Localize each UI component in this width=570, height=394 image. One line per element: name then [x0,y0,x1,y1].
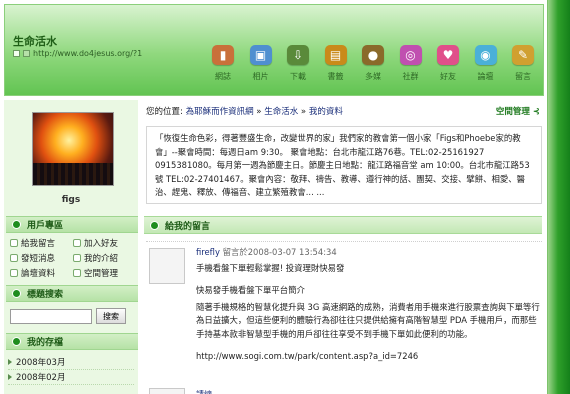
menu-add-friend[interactable]: 加入好友 [73,237,136,249]
commenter-avatar[interactable] [149,248,185,284]
page-frame: 生命活水 http://www.do4jesus.org/?1 ▮ 網誌 ▣ 相片 ⇩ 下… [0,0,548,394]
nav-label: 好友 [440,72,456,81]
chat-bubble-icon: ◉ [474,45,497,65]
menu-leave-message[interactable]: 給我留言 [10,237,73,249]
nav-label: 多媒 [365,72,381,81]
search-header: 標題搜索 [6,285,138,302]
nav-item[interactable]: ⇩ 下載 [284,45,312,89]
message-text: 快易發手機看盤下單平台簡介 [196,285,305,296]
archive-list: 2008年03月 2008年02月 [8,355,134,385]
profile-icon [73,254,81,262]
menu-my-intro[interactable]: 我的介紹 [73,252,136,264]
settings-icon [73,269,81,277]
avatar-crowd [33,163,113,185]
menu-forum-data[interactable]: 論壇資料 [10,267,73,279]
site-title[interactable]: 生命活水 [13,33,57,49]
message-author[interactable]: firefly [196,247,220,257]
nav-item[interactable]: ✎ 留言 [509,45,537,89]
search-input[interactable] [10,308,92,324]
bullet-icon [12,337,21,346]
search-title: 標題搜索 [27,290,64,300]
menu-space-admin[interactable]: 空間管理 [73,267,136,279]
message-meta: firefly 留言於2008-03-07 13:54:34 [196,246,542,259]
note-icon: ✎ [512,45,534,65]
message-link[interactable]: http://www.sogi.com.tw/park/content.asp?… [196,350,542,363]
right-green-edge [548,0,570,394]
user-menu-header: 用戶專區 [6,216,138,233]
profile-name[interactable]: figs [4,195,138,205]
main-nav: ▮ 網誌 ▣ 相片 ⇩ 下載 ▤ 書籤 ● 多媒 ◎ 社群 ♥ 好友 ◉ 論壇 ✎ 留言 [209,45,545,89]
film-reel-icon: ● [362,45,384,65]
archive-title: 我的存檔 [27,338,64,348]
message-text: 手機看盤下單輕鬆掌握! 投資理財快易發 [196,263,345,273]
home-icon[interactable] [13,50,20,57]
nav-label: 網誌 [215,72,231,81]
photo-icon: ▣ [249,45,272,65]
nav-item[interactable]: ▣ 相片 [247,45,275,89]
main-content: 您的位置: 為耶穌而作資訊網 » 生命活水 » 我的資料 空間管理 ⊰ 「恢復生… [142,100,544,394]
menu-send-pm[interactable]: 發短消息 [10,252,73,264]
user-menu: 給我留言 加入好友 發短消息 我的介紹 論壇資料 空間管理 [10,237,136,279]
breadcrumb-link[interactable]: 生命活水 [264,107,298,117]
bullet-icon [12,289,21,298]
archive-item[interactable]: 2008年02月 [8,370,134,385]
message-icon [10,239,18,247]
bookmark-icon: ▤ [324,45,347,65]
forum-icon [10,269,18,277]
triangle-right-icon [8,374,12,380]
arrow-icon: ⊰ [532,107,540,117]
nav-item[interactable]: ♥ 好友 [434,45,462,89]
breadcrumb-row: 您的位置: 為耶穌而作資訊網 » 生命活水 » 我的資料 空間管理 ⊰ [142,104,544,118]
nav-label: 論壇 [477,72,494,81]
bullet-icon [12,220,21,229]
user-menu-title: 用戶專區 [27,221,64,231]
nav-item[interactable]: ● 多媒 [359,45,387,89]
next-message-author[interactable]: 請總 [196,389,212,394]
message-time: 留言於2008-03-07 13:54:34 [222,247,337,257]
nav-label: 相片 [252,72,269,81]
header: 生命活水 http://www.do4jesus.org/?1 ▮ 網誌 ▣ 相片 ⇩ 下… [4,4,544,96]
nav-label: 書籤 [327,72,344,81]
archive-item[interactable]: 2008年03月 [8,355,134,370]
messages-header: 給我的留言 [144,216,542,234]
search-button[interactable]: 搜索 [96,308,126,324]
nav-item[interactable]: ▤ 書籤 [322,45,350,89]
mail-icon [10,254,18,262]
nav-item[interactable]: ◉ 論壇 [472,45,500,89]
next-commenter-avatar[interactable] [149,388,185,394]
breadcrumb-link[interactable]: 為耶穌而作資訊網 [186,107,254,117]
nav-label: 下載 [290,72,306,81]
divider [146,241,542,242]
add-friend-icon [73,239,81,247]
nav-item[interactable]: ◎ 社群 [397,45,425,89]
triangle-right-icon [8,359,12,365]
heart-icon: ♥ [437,45,459,65]
avatar[interactable] [32,112,114,186]
search-row: 搜索 [10,308,126,324]
message-text: 隨著手機規格的智慧化提升與 3G 高速網路的成熟，消費者用手機來進行股票查詢與下… [196,301,540,339]
message: firefly 留言於2008-03-07 13:54:34 手機看盤下單輕鬆掌… [196,246,542,363]
swirl-icon: ◎ [399,45,422,65]
bullet-icon [150,220,159,230]
intro-box: 「恢復生命色彩，得著豐盛生命，改變世界的家」我們家的教會第一個小家「Figs和P… [146,126,542,204]
messages-title: 給我的留言 [165,221,211,232]
breadcrumb-current: 我的資料 [308,107,343,117]
nav-label: 社群 [402,72,419,81]
nav-label: 留言 [515,72,531,81]
site-url-row: http://www.do4jesus.org/?1 [13,49,142,58]
book-icon: ▮ [212,45,234,65]
sidebar: figs 用戶專區 給我留言 加入好友 發短消息 我的介紹 論壇資料 空間管理 … [4,100,138,394]
nav-item[interactable]: ▮ 網誌 [209,45,237,89]
site-url[interactable]: http://www.do4jesus.org/?1 [33,49,142,58]
archive-header: 我的存檔 [6,333,138,350]
download-icon: ⇩ [287,45,309,65]
space-management-link[interactable]: 空間管理 ⊰ [496,105,544,117]
rss-icon[interactable] [23,50,30,57]
breadcrumb: 您的位置: 為耶穌而作資訊網 » 生命活水 » 我的資料 [146,107,343,117]
